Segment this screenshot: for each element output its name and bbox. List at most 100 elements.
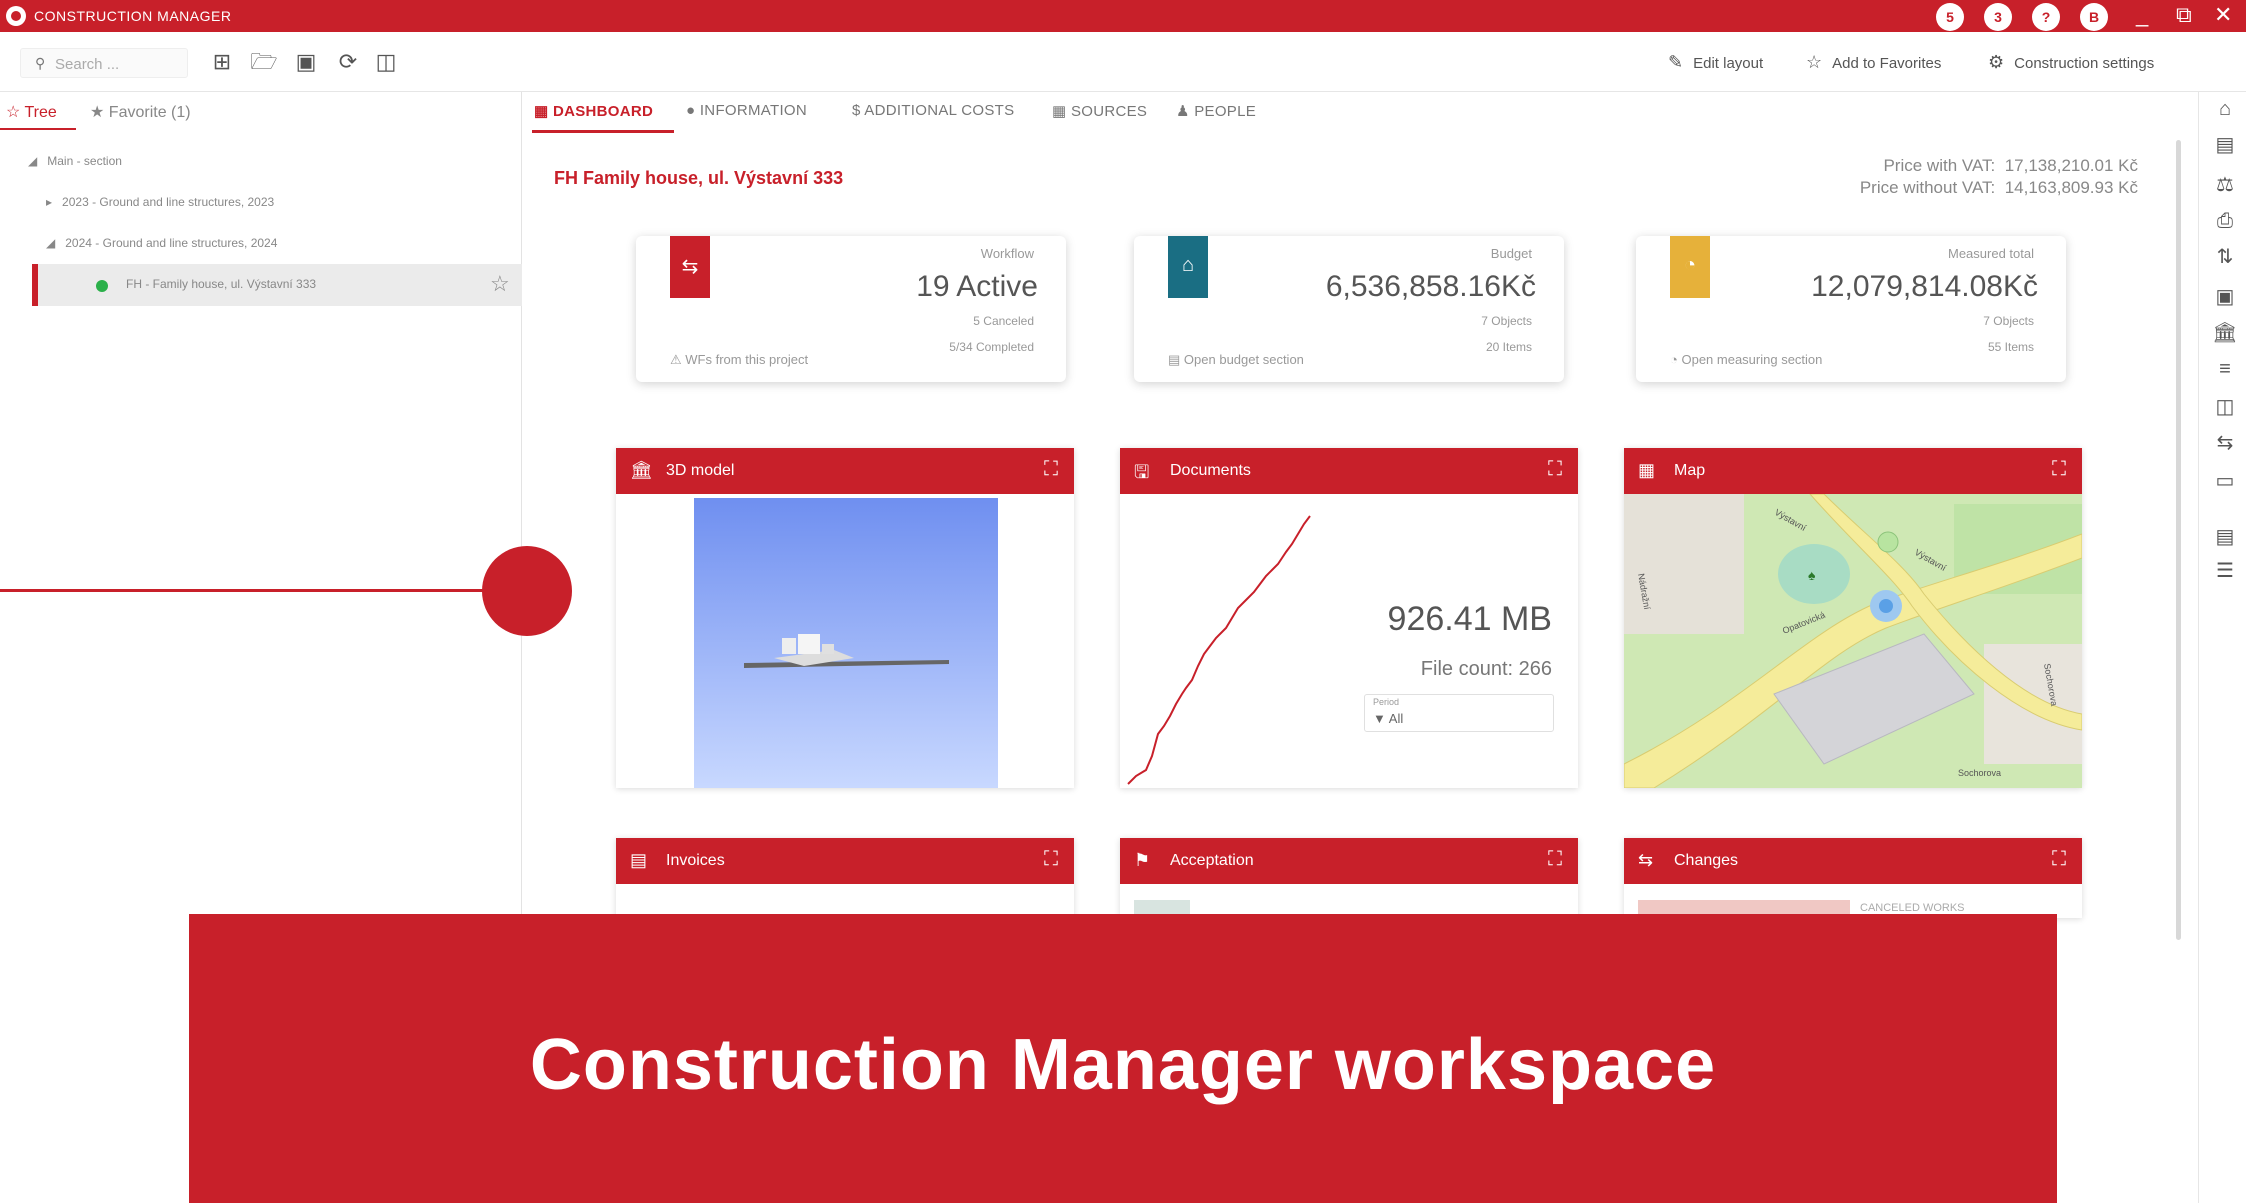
- changes-widget-header: ⇆ Changes ⛶: [1624, 838, 2082, 884]
- board-icon[interactable]: ◫: [2212, 394, 2238, 420]
- sort-icon[interactable]: ⇅: [2212, 244, 2238, 270]
- star-outline-icon: ☆: [6, 104, 21, 121]
- expand-icon[interactable]: ⛶: [1044, 458, 1058, 481]
- measured-value: 12,079,814.08Kč: [1811, 270, 2038, 303]
- user-icon[interactable]: B: [2080, 3, 2108, 31]
- list-icon[interactable]: ≡: [2212, 356, 2238, 382]
- restore-button[interactable]: ⧉: [2176, 2, 2192, 28]
- filter-icon: ▼: [1373, 711, 1386, 726]
- tree-item-selected[interactable]: FH - Family house, ul. Výstavní 333 ☆: [32, 264, 522, 306]
- map-view[interactable]: Výstavní Výstavní Nádražní Opatovická So…: [1624, 494, 2082, 788]
- project-title: FH Family house, ul. Výstavní 333: [554, 168, 844, 188]
- clipboard-icon[interactable]: ▤: [2212, 132, 2238, 158]
- expand-icon[interactable]: ⛶: [1548, 848, 1562, 871]
- home-icon[interactable]: ⌂: [2212, 96, 2238, 122]
- monitor-icon[interactable]: ▭: [2212, 468, 2238, 494]
- workflow-badge: ⇆: [670, 236, 710, 298]
- flag-icon: ⚑: [1134, 850, 1151, 870]
- refresh-icon[interactable]: ⟳: [334, 48, 362, 76]
- scale-icon[interactable]: ⚖: [2212, 172, 2238, 198]
- title-bar: CONSTRUCTION MANAGER 5 3 ? B _ ⧉ ✕: [0, 0, 2246, 32]
- search-input[interactable]: ⚲ Search ...: [20, 48, 188, 78]
- changes-icon: ⇆: [1638, 850, 1654, 870]
- tab-information[interactable]: ● INFORMATION: [686, 102, 807, 119]
- status-dot: [96, 280, 108, 292]
- file-icon[interactable]: ▤: [2212, 524, 2238, 550]
- delete-icon[interactable]: ◫: [372, 48, 400, 76]
- changes-legend: CANCELED WORKS: [1860, 902, 1965, 914]
- bell-icon[interactable]: 3: [1984, 3, 2012, 31]
- tab-people[interactable]: ♟ PEOPLE: [1176, 102, 1256, 120]
- workflow-card[interactable]: ⇆ Workflow 19 Active 5 Canceled 5/34 Com…: [636, 236, 1066, 382]
- people-icon: ♟: [1176, 103, 1190, 120]
- caption-banner: Construction Manager workspace: [189, 914, 2057, 1203]
- model-widget-header: 🏛 3D model ⛶: [616, 448, 1074, 494]
- documents-sparkline: [1127, 515, 1311, 785]
- tree-item-2024[interactable]: ◢ 2024 - Ground and line structures, 202…: [46, 236, 277, 250]
- tab-dashboard-underline: [532, 130, 674, 133]
- tab-tree-underline: [0, 128, 76, 130]
- expand-icon: ◢: [46, 236, 56, 250]
- map-render: Výstavní Výstavní Nádražní Opatovická So…: [1624, 494, 2082, 788]
- right-strip-divider: [2198, 92, 2199, 1203]
- camera-icon[interactable]: ▣: [2212, 284, 2238, 310]
- construction-settings-button[interactable]: ⚙ Construction settings: [1988, 52, 2154, 73]
- period-select[interactable]: Period ▼ All: [1364, 694, 1554, 732]
- expand-icon[interactable]: ⛶: [1044, 848, 1058, 871]
- period-label: Period: [1373, 697, 1400, 707]
- print-icon[interactable]: ⎙: [2212, 208, 2238, 234]
- invoices-widget: ▤ Invoices ⛶: [616, 838, 1074, 918]
- documents-file-count: File count: 266: [1420, 658, 1552, 680]
- acceptation-widget-title: Acceptation: [1170, 852, 1254, 869]
- changes-widget-title: Changes: [1674, 852, 1739, 869]
- map-widget-title: Map: [1674, 462, 1706, 479]
- tree-item-main[interactable]: ◢ Main - section: [28, 154, 122, 168]
- documents-size: 926.41 MB: [1387, 600, 1552, 638]
- search-placeholder: Search ...: [55, 56, 120, 73]
- budget-link[interactable]: ▤ Open budget section: [1168, 352, 1304, 368]
- measured-objects: 7 Objects: [1983, 314, 2034, 328]
- tab-sources[interactable]: ▦ SOURCES: [1052, 102, 1147, 120]
- tab-dashboard[interactable]: ▦ DASHBOARD: [534, 102, 653, 120]
- favorite-star-icon[interactable]: ☆: [490, 271, 510, 297]
- monitor-icon: 🖫: [1134, 462, 1150, 482]
- measured-link[interactable]: ◔ Open measuring section: [1670, 352, 1822, 367]
- tab-tree[interactable]: ☆ Tree: [6, 102, 57, 122]
- tab-favorite[interactable]: ★ Favorite (1): [90, 102, 191, 122]
- expand-icon[interactable]: ⛶: [2052, 458, 2066, 481]
- documents-widget-title: Documents: [1170, 462, 1251, 479]
- tree-item-2023[interactable]: ▸ 2023 - Ground and line structures, 202…: [46, 195, 274, 209]
- workflow-link[interactable]: ⚠ WFs from this project: [670, 352, 808, 368]
- search-icon: ⚲: [35, 55, 46, 71]
- notification-icon[interactable]: 5: [1936, 3, 1964, 31]
- add-to-favorites-button[interactable]: ☆ Add to Favorites: [1806, 52, 1941, 73]
- transfer-icon[interactable]: ⇆: [2212, 430, 2238, 456]
- help-icon[interactable]: ?: [2032, 3, 2060, 31]
- map-widget: ▦ Map ⛶ Výstavní Výstavní Nádražní Opato…: [1624, 448, 2082, 788]
- warning-icon: ⚠: [670, 352, 682, 367]
- close-button[interactable]: ✕: [2214, 2, 2232, 28]
- gauge-icon: ◔: [1683, 254, 1697, 276]
- add-icon[interactable]: ⊞: [208, 48, 236, 76]
- save-icon[interactable]: ▣: [292, 48, 320, 76]
- tree-item-label: FH - Family house, ul. Výstavní 333: [126, 277, 317, 291]
- expand-icon[interactable]: ⛶: [2052, 848, 2066, 871]
- add-folder-icon[interactable]: 🗁: [250, 48, 278, 76]
- stack-icon[interactable]: ☰: [2212, 558, 2238, 584]
- minimize-button[interactable]: _: [2136, 2, 2148, 28]
- edit-layout-button[interactable]: ✎ Edit layout: [1668, 52, 1763, 73]
- model-viewport[interactable]: [694, 498, 998, 788]
- collapsed-icon: ▸: [46, 195, 53, 209]
- model-widget-title: 3D model: [666, 462, 735, 479]
- map-marker-icon: ♠: [1808, 567, 1816, 583]
- budget-card[interactable]: ⌂ Budget 6,536,858.16Kč 7 Objects 20 Ite…: [1134, 236, 1564, 382]
- expand-icon[interactable]: ⛶: [1548, 458, 1562, 481]
- bank-icon[interactable]: 🏛: [2212, 320, 2238, 346]
- info-icon: ●: [686, 102, 696, 119]
- content-scrollbar[interactable]: [2176, 140, 2181, 940]
- invoices-widget-header: ▤ Invoices ⛶: [616, 838, 1074, 884]
- measured-card[interactable]: ◔ Measured total 12,079,814.08Kč 7 Objec…: [1636, 236, 2066, 382]
- tab-additional-costs[interactable]: $ ADDITIONAL COSTS: [852, 102, 1014, 119]
- acceptation-widget: ⚑ Acceptation ⛶: [1120, 838, 1578, 918]
- callout-line: [0, 589, 500, 592]
